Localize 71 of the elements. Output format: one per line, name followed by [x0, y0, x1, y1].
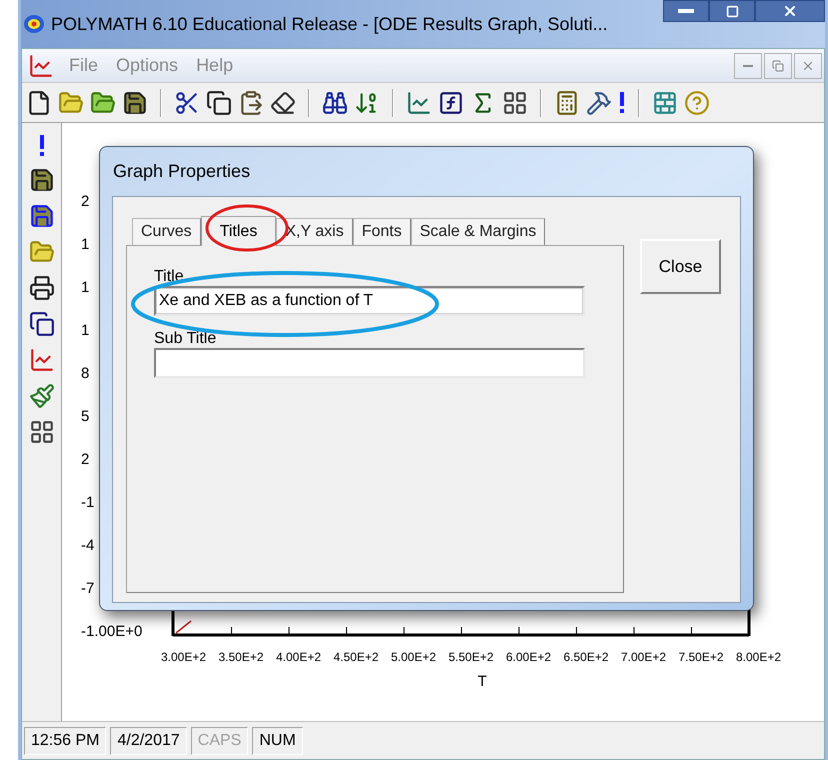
- binoculars-icon[interactable]: [322, 90, 348, 116]
- restore-button[interactable]: [764, 52, 792, 78]
- brick-wall-icon[interactable]: [652, 90, 678, 116]
- tab[interactable]: Curves: [132, 218, 201, 245]
- grid-icon[interactable]: [502, 90, 528, 116]
- window-title: POLYMATH 6.10 Educational Release - [ODE Results Graph, Soluti...: [51, 12, 608, 36]
- chart-icon[interactable]: [28, 52, 54, 78]
- exclamation-icon[interactable]: [618, 92, 626, 114]
- x-tick-label: 3.00E+2: [161, 650, 206, 664]
- x-tick-label: 8.00E+2: [736, 650, 782, 664]
- minimize-icon: [678, 9, 694, 13]
- field-label: Sub Title: [154, 330, 218, 348]
- field-label: Title: [154, 268, 185, 286]
- status-panel: NUM: [252, 726, 303, 754]
- y-tick-label: 1: [81, 321, 90, 342]
- y-tick-label: 1: [81, 235, 90, 256]
- save-icon[interactable]: [122, 90, 148, 116]
- y-tick-label: 5: [81, 407, 90, 428]
- copy-icon[interactable]: [28, 311, 54, 337]
- scissors-icon[interactable]: [174, 90, 200, 116]
- y-tick-label: 8: [81, 364, 90, 384]
- folder-icon[interactable]: [90, 90, 116, 116]
- copy-icon[interactable]: [206, 90, 232, 116]
- x-tick-label: 4.00E+2: [276, 650, 322, 664]
- close-button[interactable]: [755, 0, 825, 22]
- grid-icon[interactable]: [28, 419, 54, 445]
- x-tick-label: 4.50E+2: [334, 650, 379, 664]
- minimize-icon: [743, 64, 753, 66]
- status-panel: 4/2/2017: [110, 726, 187, 754]
- close-button[interactable]: Close: [640, 239, 721, 294]
- tab[interactable]: Titles: [200, 216, 276, 246]
- tab[interactable]: Fonts: [352, 218, 411, 245]
- folder-icon[interactable]: [58, 90, 84, 116]
- help-icon[interactable]: [684, 90, 710, 116]
- x-tick-label: 3.50E+2: [218, 650, 264, 664]
- x-tick-label: 6.50E+2: [564, 650, 609, 664]
- restore-icon: [772, 60, 784, 72]
- y-tick-label: -7: [81, 579, 94, 600]
- y-tick-label: 2: [81, 192, 90, 212]
- chart-icon[interactable]: [406, 90, 432, 116]
- x-axis-label: T: [478, 672, 487, 692]
- app-logo-icon: [23, 14, 45, 34]
- text-field[interactable]: Xe and XEB as a function of T: [154, 286, 585, 316]
- function-icon[interactable]: [438, 90, 464, 116]
- x-tick-label: 7.50E+2: [678, 650, 724, 664]
- printer-icon[interactable]: [28, 275, 54, 301]
- y-tick-label: -1.00E+0: [81, 622, 142, 642]
- x-tick-label: 5.50E+2: [448, 650, 494, 664]
- paintbrush-icon[interactable]: [28, 383, 54, 409]
- y-tick-label: -4: [81, 536, 94, 556]
- status-panel: CAPS: [190, 726, 248, 754]
- tab[interactable]: Scale & Margins: [410, 218, 546, 245]
- x-tick-label: 7.00E+2: [621, 650, 666, 664]
- save-icon[interactable]: [28, 203, 54, 229]
- chart-icon[interactable]: [28, 347, 54, 373]
- text-field[interactable]: [154, 348, 585, 378]
- close-icon: [782, 3, 798, 19]
- exclamation-icon[interactable]: [38, 135, 46, 157]
- maximize-button[interactable]: [709, 0, 755, 22]
- dialog-title: Graph Properties: [113, 160, 250, 183]
- y-tick-label: -1: [81, 493, 94, 514]
- y-tick-label: 2: [81, 450, 90, 470]
- eraser-icon[interactable]: [270, 90, 296, 116]
- x-tick-label: 5.00E+2: [391, 650, 436, 664]
- status-panel: 12:56 PM: [24, 726, 106, 754]
- minimize-button[interactable]: [663, 0, 709, 22]
- maximize-icon: [726, 4, 738, 18]
- y-tick-label: 1: [81, 278, 90, 298]
- hammer-icon[interactable]: [586, 90, 612, 116]
- x-tick-label: 6.00E+2: [506, 650, 552, 664]
- save-icon[interactable]: [28, 167, 54, 193]
